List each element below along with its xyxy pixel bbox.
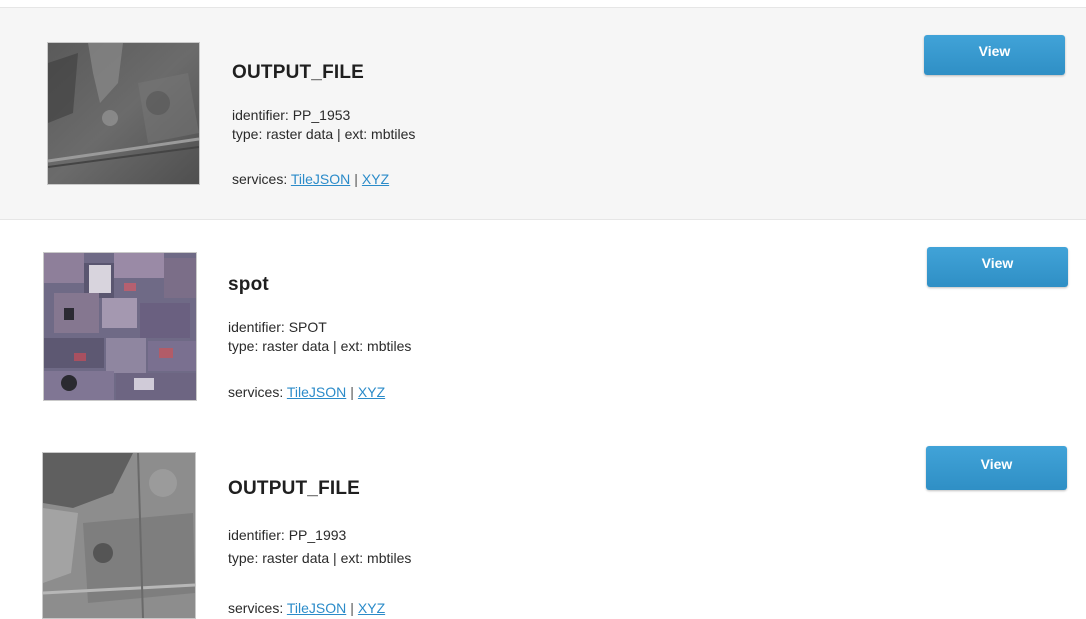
result-type: type: raster data | ext: mbtiles (232, 126, 416, 142)
result-card: spot identifier: SPOT type: raster data … (0, 220, 1086, 420)
view-button[interactable]: View (924, 35, 1065, 75)
result-services: services: TileJSON | XYZ (228, 384, 386, 400)
services-label: services: (232, 171, 288, 187)
services-label: services: (228, 384, 284, 400)
result-thumbnail (47, 42, 200, 185)
result-card: OUTPUT_FILE identifier: PP_1993 type: ra… (0, 420, 1086, 619)
result-identifier: identifier: PP_1953 (232, 107, 351, 123)
result-identifier: identifier: SPOT (228, 319, 327, 335)
result-card: OUTPUT_FILE identifier: PP_1953 type: ra… (0, 7, 1086, 220)
services-label: services: (228, 600, 284, 616)
result-thumbnail (42, 452, 196, 619)
result-type: type: raster data | ext: mbtiles (228, 338, 412, 354)
result-services: services: TileJSON | XYZ (232, 171, 390, 187)
result-title: OUTPUT_FILE (228, 478, 361, 499)
view-button[interactable]: View (926, 446, 1067, 490)
xyz-link[interactable]: XYZ (358, 600, 385, 616)
result-type: type: raster data | ext: mbtiles (228, 550, 412, 566)
view-button[interactable]: View (927, 247, 1068, 287)
tilejson-link[interactable]: TileJSON (287, 384, 346, 400)
result-title: OUTPUT_FILE (232, 62, 365, 83)
xyz-link[interactable]: XYZ (358, 384, 385, 400)
xyz-link[interactable]: XYZ (362, 171, 389, 187)
result-services: services: TileJSON | XYZ (228, 600, 386, 616)
tilejson-link[interactable]: TileJSON (287, 600, 346, 616)
result-title: spot (228, 274, 269, 295)
tilejson-link[interactable]: TileJSON (291, 171, 350, 187)
result-thumbnail (43, 252, 197, 401)
result-identifier: identifier: PP_1993 (228, 527, 347, 543)
